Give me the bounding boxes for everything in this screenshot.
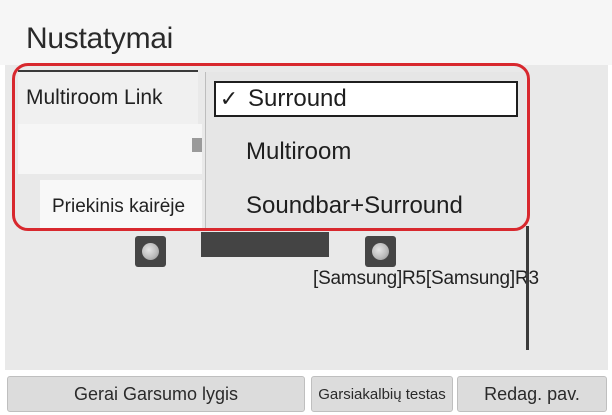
speaker-devices-label: [Samsung]R5[Samsung]R3 — [313, 268, 539, 289]
mode-dropdown[interactable]: ✓ Surround Multiroom Soundbar+Surround — [205, 72, 526, 230]
option-label: Surround — [248, 85, 347, 112]
header: Nustatymai — [0, 0, 612, 65]
dropdown-option-multiroom[interactable]: Multiroom — [214, 134, 514, 170]
scroll-indicator — [192, 138, 202, 152]
scrollbar[interactable] — [526, 226, 529, 350]
hidden-element-bar — [201, 232, 329, 257]
option-label: Soundbar+Surround — [246, 192, 463, 219]
option-label: Multiroom — [246, 138, 352, 165]
setting-row-empty — [18, 124, 202, 174]
ok-volume-button[interactable]: Gerai Garsumo lygis — [7, 376, 305, 412]
speaker-icon[interactable] — [135, 236, 166, 267]
speaker-icon[interactable] — [365, 236, 396, 267]
speaker-test-button[interactable]: Garsiakalbių testas — [311, 376, 453, 412]
dropdown-option-soundbar-surround[interactable]: Soundbar+Surround — [214, 188, 514, 224]
edit-name-button[interactable]: Redag. pav. — [457, 376, 607, 412]
front-left-cell[interactable]: Priekinis kairėje — [40, 180, 202, 230]
front-left-label: Priekinis kairėje — [52, 196, 186, 217]
page-title: Nustatymai — [26, 22, 174, 55]
setting-row-multiroom-link[interactable]: Multiroom Link — [18, 70, 198, 126]
setting-label: Multiroom Link — [26, 86, 163, 109]
checkmark-icon: ✓ — [219, 86, 239, 111]
settings-screen: Nustatymai Multiroom Link Priekinis kair… — [0, 0, 612, 415]
dropdown-option-surround[interactable]: ✓ Surround — [214, 81, 518, 117]
